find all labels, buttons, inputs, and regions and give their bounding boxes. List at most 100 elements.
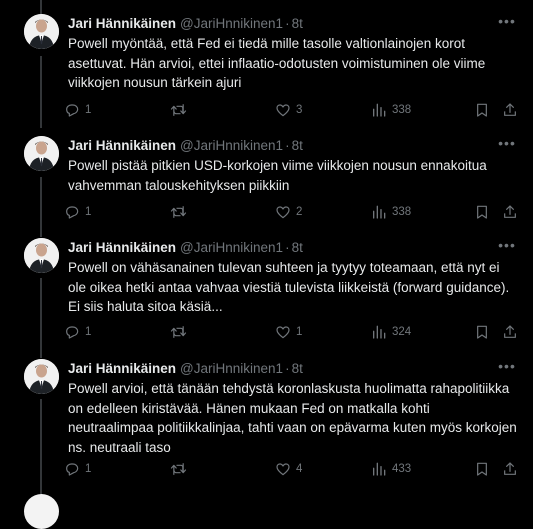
like-count: 3 xyxy=(296,104,303,116)
author-name[interactable]: Jari Hännikäinen xyxy=(68,361,176,376)
retweet-icon xyxy=(170,104,187,116)
author-name[interactable]: Jari Hännikäinen xyxy=(68,240,176,255)
views-count: 338 xyxy=(392,206,412,218)
bookmark-button[interactable] xyxy=(474,100,490,120)
tweet-text: Powell on vähäsanainen tulevan suhteen j… xyxy=(68,260,510,314)
timestamp[interactable]: 8t xyxy=(292,240,303,255)
avatar[interactable] xyxy=(24,136,59,171)
share-button[interactable] xyxy=(502,100,518,120)
share-icon xyxy=(504,103,516,116)
views-count: 433 xyxy=(392,463,412,475)
more-icon[interactable]: ••• xyxy=(497,238,517,258)
reply-icon xyxy=(66,326,79,339)
views-button[interactable]: 324 xyxy=(371,322,411,342)
like-count: 2 xyxy=(296,206,303,218)
tweet[interactable]: Jari Hännikäinen @JariHnnikinen1 · 8t ••• P… xyxy=(0,136,533,226)
tweet-header: Jari Hännikäinen @JariHnnikinen1 · 8t xyxy=(68,238,303,258)
like-button[interactable]: 4 xyxy=(275,459,302,479)
timestamp[interactable]: 8t xyxy=(292,361,303,376)
timestamp[interactable]: 8t xyxy=(292,138,303,153)
views-count: 324 xyxy=(392,326,412,338)
heart-icon xyxy=(276,206,290,219)
more-icon[interactable]: ••• xyxy=(497,14,517,34)
reply-button[interactable]: 1 xyxy=(64,459,91,479)
reply-count: 1 xyxy=(85,463,92,475)
reply-icon xyxy=(66,104,79,117)
bookmark-button[interactable] xyxy=(474,202,490,222)
views-count: 338 xyxy=(392,104,412,116)
avatar[interactable] xyxy=(24,14,59,49)
tweet[interactable]: Jari Hännikäinen @JariHnnikinen1 · 8t ••• P… xyxy=(0,359,533,484)
heart-icon xyxy=(276,326,290,339)
author-handle[interactable]: @JariHnnikinen1 xyxy=(180,16,283,31)
views-button[interactable]: 338 xyxy=(371,202,411,222)
tweet-actions: 1 4 433 xyxy=(64,459,524,479)
tweet-text: Powell arvioi, että tänään tehdystä koro… xyxy=(68,381,517,455)
author-name[interactable]: Jari Hännikäinen xyxy=(68,138,176,153)
timestamp[interactable]: 8t xyxy=(292,16,303,31)
retweet-button[interactable] xyxy=(170,322,192,342)
tweet-header: Jari Hännikäinen @JariHnnikinen1 · 8t xyxy=(68,359,303,379)
retweet-icon xyxy=(170,463,187,475)
author-handle[interactable]: @JariHnnikinen1 xyxy=(180,138,283,153)
reply-count: 1 xyxy=(85,104,92,116)
views-icon xyxy=(373,462,386,476)
more-icon[interactable]: ••• xyxy=(497,359,517,379)
author-handle[interactable]: @JariHnnikinen1 xyxy=(180,361,283,376)
reply-icon xyxy=(66,463,79,476)
like-button[interactable]: 1 xyxy=(275,322,302,342)
views-icon xyxy=(373,205,386,219)
share-button[interactable] xyxy=(502,459,518,479)
tweet-header: Jari Hännikäinen @JariHnnikinen1 · 8t xyxy=(68,136,303,156)
reply-icon xyxy=(66,206,79,219)
tweet-actions: 1 3 338 xyxy=(64,100,524,120)
bookmark-button[interactable] xyxy=(474,459,490,479)
like-button[interactable]: 3 xyxy=(275,100,302,120)
tweet-actions: 1 1 324 xyxy=(64,322,524,342)
retweet-button[interactable] xyxy=(170,202,192,222)
like-count: 4 xyxy=(296,463,303,475)
tweet-text: Powell myöntää, että Fed ei tiedä mille … xyxy=(68,36,486,90)
bookmark-icon xyxy=(477,103,487,117)
reply-button[interactable]: 1 xyxy=(64,322,91,342)
avatar[interactable] xyxy=(24,238,59,273)
reply-count: 1 xyxy=(85,326,92,338)
share-button[interactable] xyxy=(502,322,518,342)
retweet-button[interactable] xyxy=(170,459,192,479)
share-button[interactable] xyxy=(502,202,518,222)
reply-button[interactable]: 1 xyxy=(64,202,91,222)
bookmark-icon xyxy=(477,205,487,219)
tweet-text: Powell pistää pitkien USD-korkojen viime… xyxy=(68,158,487,193)
author-handle[interactable]: @JariHnnikinen1 xyxy=(180,240,283,255)
tweet-actions: 1 2 338 xyxy=(64,202,524,222)
reply-button[interactable]: 1 xyxy=(64,100,91,120)
tweet[interactable]: Jari Hännikäinen @JariHnnikinen1 · 8t ••• P… xyxy=(0,238,533,348)
separator-dot: · xyxy=(285,16,290,31)
share-icon xyxy=(504,205,516,218)
author-name[interactable]: Jari Hännikäinen xyxy=(68,16,176,31)
more-icon[interactable]: ••• xyxy=(497,136,517,156)
heart-icon xyxy=(276,463,290,476)
separator-dot: · xyxy=(285,138,290,153)
tweet-header: Jari Hännikäinen @JariHnnikinen1 · 8t xyxy=(68,14,303,34)
bookmark-button[interactable] xyxy=(474,322,490,342)
separator-dot: · xyxy=(285,361,290,376)
separator-dot: · xyxy=(285,240,290,255)
avatar[interactable] xyxy=(24,359,59,394)
views-icon xyxy=(373,325,386,339)
retweet-icon xyxy=(170,206,187,218)
views-button[interactable]: 338 xyxy=(371,100,411,120)
bookmark-icon xyxy=(477,325,487,339)
views-button[interactable]: 433 xyxy=(371,459,411,479)
reply-count: 1 xyxy=(85,206,92,218)
tweet[interactable]: Jari Hännikäinen @JariHnnikinen1 · 8t ••• P… xyxy=(0,14,533,124)
thread-line xyxy=(40,0,42,14)
retweet-icon xyxy=(170,326,187,338)
like-count: 1 xyxy=(296,326,303,338)
share-icon xyxy=(504,462,516,475)
like-button[interactable]: 2 xyxy=(275,202,302,222)
avatar[interactable] xyxy=(24,494,59,529)
bookmark-icon xyxy=(477,462,487,476)
share-icon xyxy=(504,325,516,338)
retweet-button[interactable] xyxy=(170,100,192,120)
